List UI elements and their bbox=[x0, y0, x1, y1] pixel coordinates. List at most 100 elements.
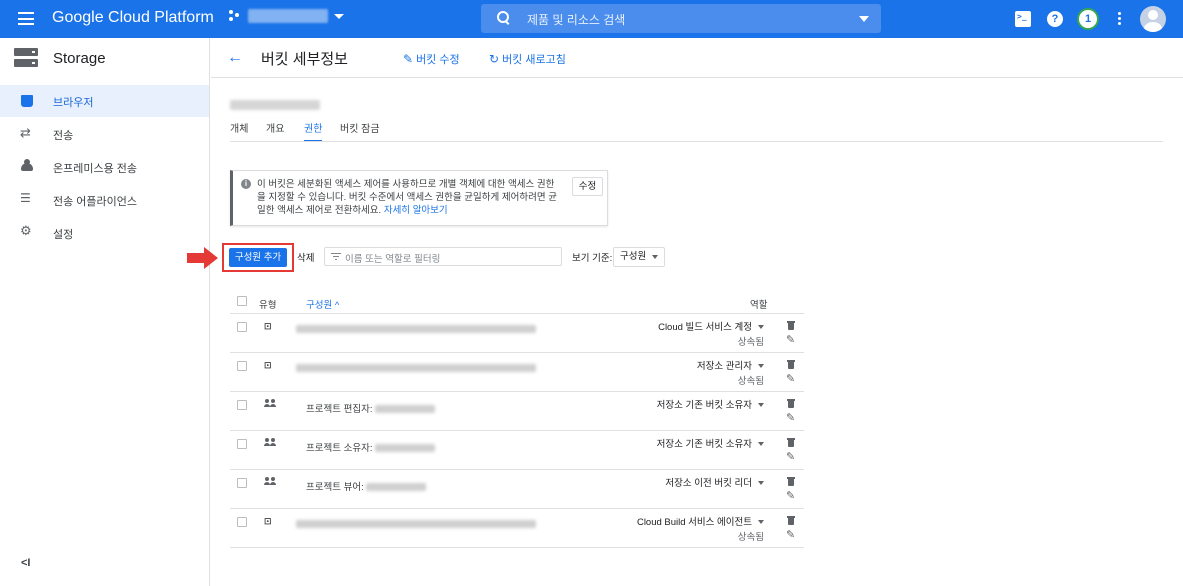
view-by-label: 보기 기준: bbox=[572, 253, 613, 264]
delete-icon[interactable] bbox=[787, 360, 795, 369]
role-dropdown[interactable]: Cloud Build 서비스 에이전트 bbox=[637, 514, 764, 528]
sidebar-item-transfer-onprem[interactable]: 온프레미스용 전송 bbox=[0, 151, 209, 183]
sidebar-item-browser[interactable]: 브라우저 bbox=[0, 85, 209, 117]
edit-bucket-label: 버킷 수정 bbox=[416, 54, 460, 66]
table-row: 프로젝트 소유자: 저장소 기존 버킷 소유자 bbox=[230, 431, 804, 470]
tabs-divider bbox=[230, 141, 1163, 142]
row-checkbox[interactable] bbox=[237, 361, 247, 371]
collapse-sidebar-button[interactable]: <I bbox=[21, 557, 30, 569]
row-checkbox[interactable] bbox=[237, 517, 247, 527]
edit-icon[interactable] bbox=[786, 489, 796, 502]
service-account-icon: ⊡ bbox=[264, 360, 272, 370]
search-placeholder: 제품 및 리소스 검색 bbox=[527, 13, 626, 27]
delete-button[interactable]: 삭제 bbox=[297, 250, 314, 264]
member-name: 프로젝트 소유자: bbox=[306, 440, 436, 454]
help-icon[interactable]: ? bbox=[1047, 11, 1063, 27]
group-icon bbox=[264, 477, 276, 485]
select-all-checkbox[interactable] bbox=[237, 296, 247, 306]
filter-input[interactable]: 이름 또는 역할로 필터링 bbox=[324, 247, 562, 266]
add-member-button[interactable]: 구성원 추가 bbox=[229, 248, 287, 267]
member-name: 프로젝트 편집자: bbox=[306, 401, 436, 415]
row-checkbox[interactable] bbox=[237, 322, 247, 332]
table-row: ⊡ 저장소 관리자 상속됨 bbox=[230, 353, 804, 392]
delete-icon[interactable] bbox=[787, 321, 795, 330]
info-edit-button[interactable]: 수정 bbox=[572, 177, 603, 196]
table-row: 프로젝트 편집자: 저장소 기존 버킷 소유자 bbox=[230, 392, 804, 431]
sidebar-title: Storage bbox=[53, 50, 106, 67]
edit-icon[interactable] bbox=[786, 372, 796, 385]
role-label: Cloud Build 서비스 에이전트 bbox=[636, 517, 752, 528]
sidebar: Storage 브라우저 전송 온프레미스용 전송 전송 어플라이언스 설정 <… bbox=[0, 38, 210, 586]
search-bar[interactable]: 제품 및 리소스 검색 bbox=[481, 4, 881, 33]
delete-icon[interactable] bbox=[787, 516, 795, 525]
back-arrow-icon[interactable]: ← bbox=[227, 50, 243, 66]
info-banner: i 이 버킷은 세분화된 액세스 제어를 사용하므로 개별 객체에 대한 액세스… bbox=[230, 170, 608, 226]
tab-objects[interactable]: 개체 bbox=[230, 120, 248, 142]
learn-more-link[interactable]: 자세히 알아보기 bbox=[384, 205, 448, 216]
column-header-role[interactable]: 역할 bbox=[750, 297, 767, 311]
chevron-down-icon bbox=[758, 364, 764, 369]
sidebar-item-label: 설정 bbox=[53, 229, 74, 241]
member-label: 프로젝트 편집자: bbox=[306, 404, 373, 415]
row-checkbox[interactable] bbox=[237, 478, 247, 488]
role-label: 저장소 관리자 bbox=[696, 361, 752, 372]
view-by-select[interactable]: 구성원 bbox=[613, 247, 665, 267]
chevron-down-icon bbox=[758, 520, 764, 525]
avatar[interactable] bbox=[1140, 6, 1166, 32]
role-label: 저장소 기존 버킷 소유자 bbox=[656, 439, 752, 450]
chevron-down-icon bbox=[758, 481, 764, 486]
column-header-member-label: 구성원 bbox=[306, 300, 333, 311]
page-header: ← 버킷 세부정보 ✎ 버킷 수정 ↻ 버킷 새로고침 bbox=[211, 38, 1183, 78]
role-dropdown[interactable]: Cloud 빌드 서비스 계정 bbox=[658, 319, 764, 333]
member-redacted bbox=[366, 483, 427, 492]
inherited-label: 상속됨 bbox=[737, 532, 764, 543]
info-icon: i bbox=[241, 179, 251, 189]
role-dropdown[interactable]: 저장소 기존 버킷 소유자 bbox=[657, 436, 764, 450]
edit-icon[interactable] bbox=[786, 333, 796, 346]
role-dropdown[interactable]: 저장소 관리자 bbox=[697, 358, 764, 372]
refresh-icon: ↻ bbox=[489, 52, 500, 66]
group-icon bbox=[264, 399, 276, 407]
sidebar-header: Storage bbox=[0, 38, 209, 78]
tab-permissions[interactable]: 권한 bbox=[304, 120, 323, 142]
brand-title[interactable]: Google Cloud Platform bbox=[52, 9, 214, 27]
menu-icon[interactable] bbox=[18, 12, 34, 25]
role-dropdown[interactable]: 저장소 이전 버킷 리더 bbox=[665, 475, 764, 489]
refresh-bucket-button[interactable]: ↻ 버킷 새로고침 bbox=[489, 51, 566, 67]
table-row: ⊡ Cloud Build 서비스 에이전트 상속됨 bbox=[230, 509, 804, 548]
row-checkbox[interactable] bbox=[237, 400, 247, 410]
filter-placeholder: 이름 또는 역할로 필터링 bbox=[345, 254, 441, 265]
member-redacted bbox=[375, 405, 436, 414]
delete-icon[interactable] bbox=[787, 399, 795, 408]
member-name: 프로젝트 뷰어: bbox=[306, 479, 427, 493]
chevron-down-icon[interactable] bbox=[859, 16, 869, 22]
sidebar-item-settings[interactable]: 설정 bbox=[0, 217, 209, 249]
column-header-member[interactable]: 구성원 ^ bbox=[306, 297, 339, 311]
cloud-shell-icon[interactable] bbox=[1015, 11, 1031, 27]
row-checkbox[interactable] bbox=[237, 439, 247, 449]
tab-overview[interactable]: 개요 bbox=[266, 120, 284, 142]
sidebar-item-transfer-appliance[interactable]: 전송 어플라이언스 bbox=[0, 184, 209, 216]
notification-badge[interactable]: 1 bbox=[1077, 8, 1099, 30]
member-redacted bbox=[296, 325, 536, 333]
group-icon bbox=[264, 438, 276, 446]
chevron-down-icon bbox=[334, 13, 344, 19]
more-vert-icon[interactable] bbox=[1118, 12, 1122, 26]
delete-icon[interactable] bbox=[787, 477, 795, 486]
top-bar: Google Cloud Platform 제품 및 리소스 검색 ? 1 bbox=[0, 0, 1183, 38]
edit-icon[interactable] bbox=[786, 411, 796, 424]
filter-icon bbox=[331, 253, 341, 261]
info-text: 이 버킷은 세분화된 액세스 제어를 사용하므로 개별 객체에 대한 액세스 권… bbox=[257, 178, 557, 217]
column-header-type[interactable]: 유형 bbox=[259, 297, 276, 311]
edit-icon[interactable] bbox=[786, 528, 796, 541]
member-redacted bbox=[375, 444, 436, 453]
service-account-icon: ⊡ bbox=[264, 321, 272, 331]
edit-icon[interactable] bbox=[786, 450, 796, 463]
project-selector[interactable] bbox=[228, 9, 344, 23]
delete-icon[interactable] bbox=[787, 438, 795, 447]
sidebar-item-transfer[interactable]: 전송 bbox=[0, 118, 209, 150]
role-dropdown[interactable]: 저장소 기존 버킷 소유자 bbox=[657, 397, 764, 411]
edit-bucket-button[interactable]: ✎ 버킷 수정 bbox=[403, 51, 460, 67]
refresh-bucket-label: 버킷 새로고침 bbox=[502, 54, 566, 66]
tab-bucket-lock[interactable]: 버킷 잠금 bbox=[340, 120, 380, 142]
